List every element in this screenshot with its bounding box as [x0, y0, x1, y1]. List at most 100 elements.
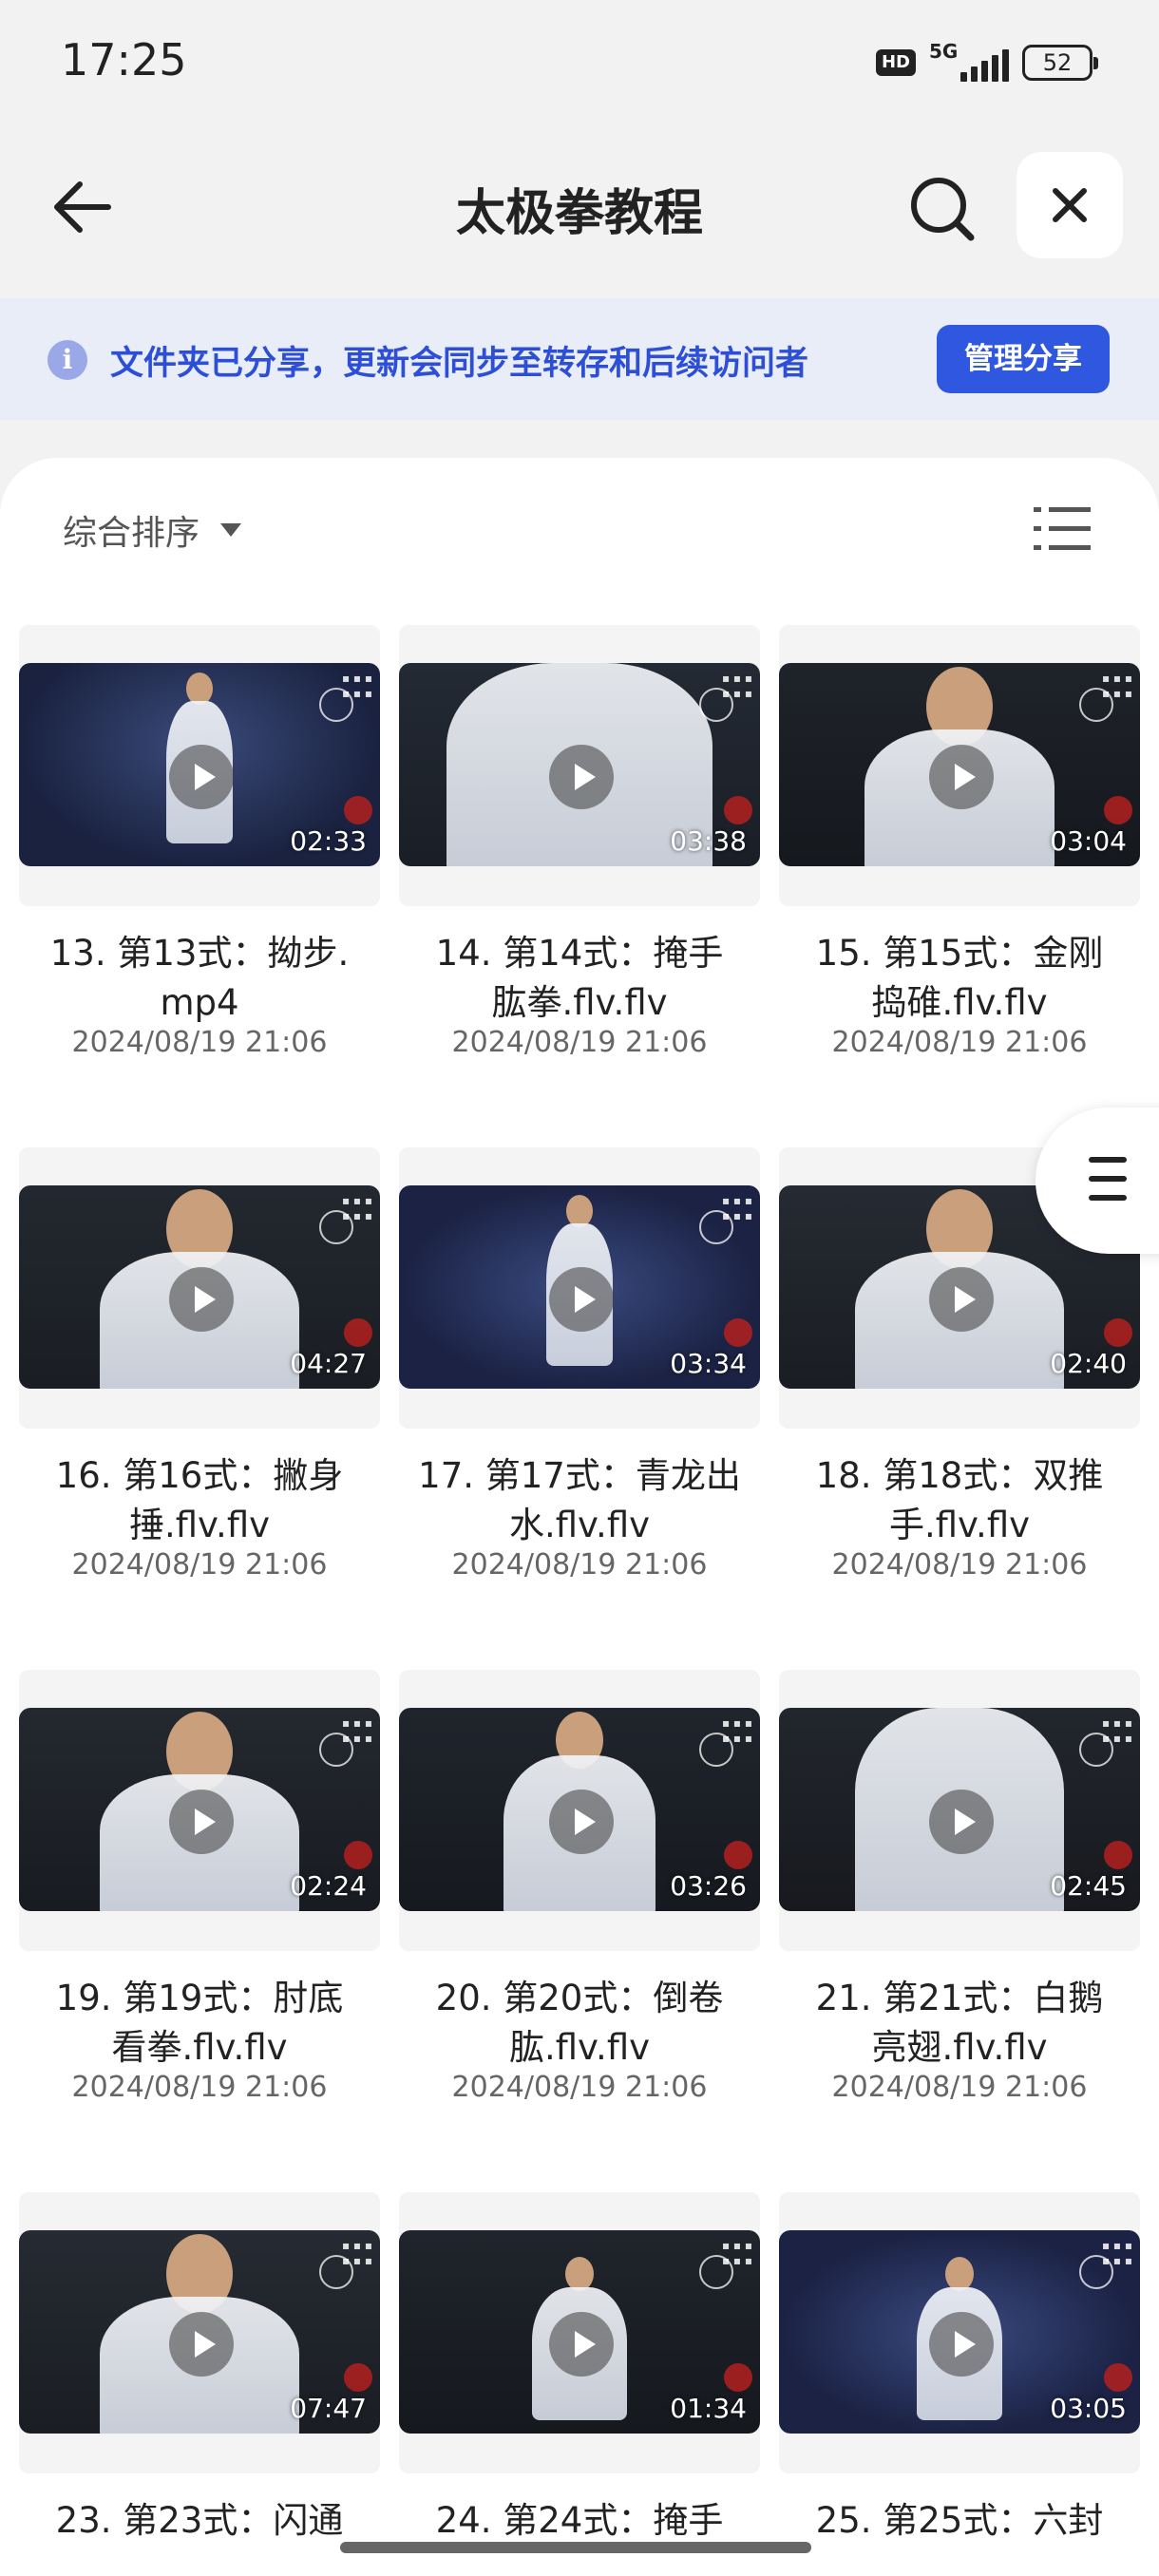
- search-button[interactable]: [904, 171, 980, 247]
- file-name-line-2: mp4: [160, 982, 239, 1023]
- share-banner: i 文件夹已分享，更新会同步至转存和后续访问者 管理分享: [0, 298, 1159, 420]
- file-name: 19. 第19式：肘底 看拳.flv.flv: [19, 1974, 380, 2073]
- video-thumbnail[interactable]: ▪ ▪ ▪ ▪ ▪ ▪ 02:33: [19, 663, 380, 866]
- file-date: 2024/08/19 21:06: [451, 2071, 708, 2104]
- select-checkbox[interactable]: [699, 688, 733, 722]
- seal-icon: [344, 2363, 372, 2392]
- select-checkbox[interactable]: [1079, 2255, 1113, 2289]
- file-card[interactable]: ▪ ▪ ▪ ▪ ▪ ▪ 03:38 14. 第14式：掩手 肱拳.flv.flv …: [399, 625, 760, 1119]
- video-thumbnail[interactable]: ▪ ▪ ▪ ▪ ▪ ▪ 07:47: [19, 2230, 380, 2434]
- sort-dropdown[interactable]: 综合排序: [63, 505, 242, 555]
- status-indicators: HD 5G 52: [875, 40, 1098, 84]
- list-view-toggle[interactable]: [1034, 503, 1091, 555]
- play-icon[interactable]: [549, 1790, 614, 1854]
- close-icon: [1053, 188, 1087, 222]
- play-icon[interactable]: [169, 1790, 234, 1854]
- file-name: 18. 第18式：双推 手.flv.flv: [779, 1451, 1140, 1550]
- battery-icon: 52: [1022, 45, 1098, 81]
- file-date: 2024/08/19 21:06: [451, 1548, 708, 1582]
- file-name-line-1: 16. 第16式：撇身: [55, 1455, 344, 1496]
- select-checkbox[interactable]: [319, 2255, 353, 2289]
- file-name-line-1: 21. 第21式：白鹅: [815, 1978, 1104, 2018]
- file-name: 24. 第24式：掩手: [399, 2496, 760, 2546]
- file-panel: 综合排序 ▪ ▪ ▪ ▪ ▪ ▪ 02:33 13. 第13式：拗步. mp4 …: [0, 458, 1159, 2576]
- video-duration: 07:47: [290, 2393, 367, 2424]
- file-name: 15. 第15式：金刚 捣碓.flv.flv: [779, 929, 1140, 1028]
- video-thumbnail[interactable]: ▪ ▪ ▪ ▪ ▪ ▪ 03:38: [399, 663, 760, 866]
- file-card[interactable]: ▪ ▪ ▪ ▪ ▪ ▪ 02:24 19. 第19式：肘底 看拳.flv.flv …: [19, 1670, 380, 2164]
- file-card[interactable]: ▪ ▪ ▪ ▪ ▪ ▪ 07:47 23. 第23式：闪通: [19, 2192, 380, 2576]
- select-checkbox[interactable]: [319, 1210, 353, 1244]
- home-indicator[interactable]: [340, 2542, 811, 2553]
- file-date: 2024/08/19 21:06: [831, 1548, 1088, 1582]
- file-name: 23. 第23式：闪通: [19, 2496, 380, 2546]
- select-checkbox[interactable]: [1079, 688, 1113, 722]
- select-checkbox[interactable]: [1079, 1733, 1113, 1767]
- video-duration: 02:45: [1050, 1870, 1127, 1902]
- select-checkbox[interactable]: [699, 2255, 733, 2289]
- file-card[interactable]: ▪ ▪ ▪ ▪ ▪ ▪ 01:34 24. 第24式：掩手: [399, 2192, 760, 2576]
- file-card[interactable]: ▪ ▪ ▪ ▪ ▪ ▪ 03:04 15. 第15式：金刚 捣碓.flv.flv …: [779, 625, 1140, 1119]
- file-name: 13. 第13式：拗步. mp4: [19, 929, 380, 1028]
- select-checkbox[interactable]: [699, 1733, 733, 1767]
- video-duration: 02:40: [1050, 1348, 1127, 1379]
- video-duration: 03:04: [1050, 825, 1127, 857]
- video-duration: 03:05: [1050, 2393, 1127, 2424]
- arrow-left-icon: [54, 181, 111, 233]
- file-card[interactable]: ▪ ▪ ▪ ▪ ▪ ▪ 03:05 25. 第25式：六封: [779, 2192, 1140, 2576]
- seal-icon: [1104, 1318, 1132, 1347]
- file-card[interactable]: ▪ ▪ ▪ ▪ ▪ ▪ 04:27 16. 第16式：撇身 捶.flv.flv 2…: [19, 1147, 380, 1641]
- back-button[interactable]: [48, 171, 120, 243]
- play-icon[interactable]: [169, 1267, 234, 1332]
- network-type: 5G: [929, 40, 959, 63]
- seal-icon: [344, 796, 372, 824]
- play-icon[interactable]: [929, 1790, 994, 1854]
- video-duration: 02:33: [290, 825, 367, 857]
- thumbnail-figure-head: [186, 672, 213, 705]
- video-duration: 03:26: [670, 1870, 747, 1902]
- file-date: 2024/08/19 21:06: [451, 1026, 708, 1059]
- file-name-line-1: 14. 第14式：掩手: [435, 933, 724, 974]
- video-thumbnail[interactable]: ▪ ▪ ▪ ▪ ▪ ▪ 03:34: [399, 1185, 760, 1389]
- seal-icon: [724, 2363, 752, 2392]
- file-name: 25. 第25式：六封: [779, 2496, 1140, 2546]
- file-name-line-1: 15. 第15式：金刚: [815, 933, 1104, 974]
- video-duration: 03:38: [670, 825, 747, 857]
- video-thumbnail[interactable]: ▪ ▪ ▪ ▪ ▪ ▪ 02:45: [779, 1708, 1140, 1911]
- select-checkbox[interactable]: [319, 688, 353, 722]
- play-icon[interactable]: [549, 745, 614, 809]
- seal-icon: [724, 1318, 752, 1347]
- video-thumbnail[interactable]: ▪ ▪ ▪ ▪ ▪ ▪ 04:27: [19, 1185, 380, 1389]
- file-name-line-2: 捶.flv.flv: [128, 1505, 271, 1545]
- play-icon[interactable]: [929, 2312, 994, 2377]
- play-icon[interactable]: [549, 1267, 614, 1332]
- file-card[interactable]: ▪ ▪ ▪ ▪ ▪ ▪ 02:33 13. 第13式：拗步. mp4 2024/0…: [19, 625, 380, 1119]
- select-checkbox[interactable]: [699, 1210, 733, 1244]
- play-icon[interactable]: [549, 2312, 614, 2377]
- manage-share-button[interactable]: 管理分享: [937, 325, 1110, 393]
- select-checkbox[interactable]: [319, 1733, 353, 1767]
- file-name-line-2: 肱.flv.flv: [508, 2027, 651, 2068]
- status-bar: 17:25 HD 5G 52: [0, 0, 1159, 123]
- seal-icon: [344, 1841, 372, 1869]
- video-duration: 03:34: [670, 1348, 747, 1379]
- play-icon[interactable]: [169, 745, 234, 809]
- file-name-line-1: 23. 第23式：闪通: [55, 2500, 344, 2541]
- video-thumbnail[interactable]: ▪ ▪ ▪ ▪ ▪ ▪ 03:26: [399, 1708, 760, 1911]
- file-name: 20. 第20式：倒卷 肱.flv.flv: [399, 1974, 760, 2073]
- video-duration: 04:27: [290, 1348, 367, 1379]
- play-icon[interactable]: [169, 2312, 234, 2377]
- file-name-line-1: 25. 第25式：六封: [815, 2500, 1104, 2541]
- play-icon[interactable]: [929, 745, 994, 809]
- file-card[interactable]: ▪ ▪ ▪ ▪ ▪ ▪ 02:45 21. 第21式：白鹅 亮翅.flv.flv …: [779, 1670, 1140, 2164]
- close-button[interactable]: [1016, 152, 1123, 258]
- file-card[interactable]: ▪ ▪ ▪ ▪ ▪ ▪ 03:34 17. 第17式：青龙出 水.flv.flv …: [399, 1147, 760, 1641]
- video-thumbnail[interactable]: ▪ ▪ ▪ ▪ ▪ ▪ 03:05: [779, 2230, 1140, 2434]
- file-date: 2024/08/19 21:06: [71, 1026, 328, 1059]
- play-icon[interactable]: [929, 1267, 994, 1332]
- video-thumbnail[interactable]: ▪ ▪ ▪ ▪ ▪ ▪ 01:34: [399, 2230, 760, 2434]
- video-thumbnail[interactable]: ▪ ▪ ▪ ▪ ▪ ▪ 03:04: [779, 663, 1140, 866]
- file-card[interactable]: ▪ ▪ ▪ ▪ ▪ ▪ 03:26 20. 第20式：倒卷 肱.flv.flv 2…: [399, 1670, 760, 2164]
- info-icon: i: [48, 340, 87, 380]
- video-thumbnail[interactable]: ▪ ▪ ▪ ▪ ▪ ▪ 02:24: [19, 1708, 380, 1911]
